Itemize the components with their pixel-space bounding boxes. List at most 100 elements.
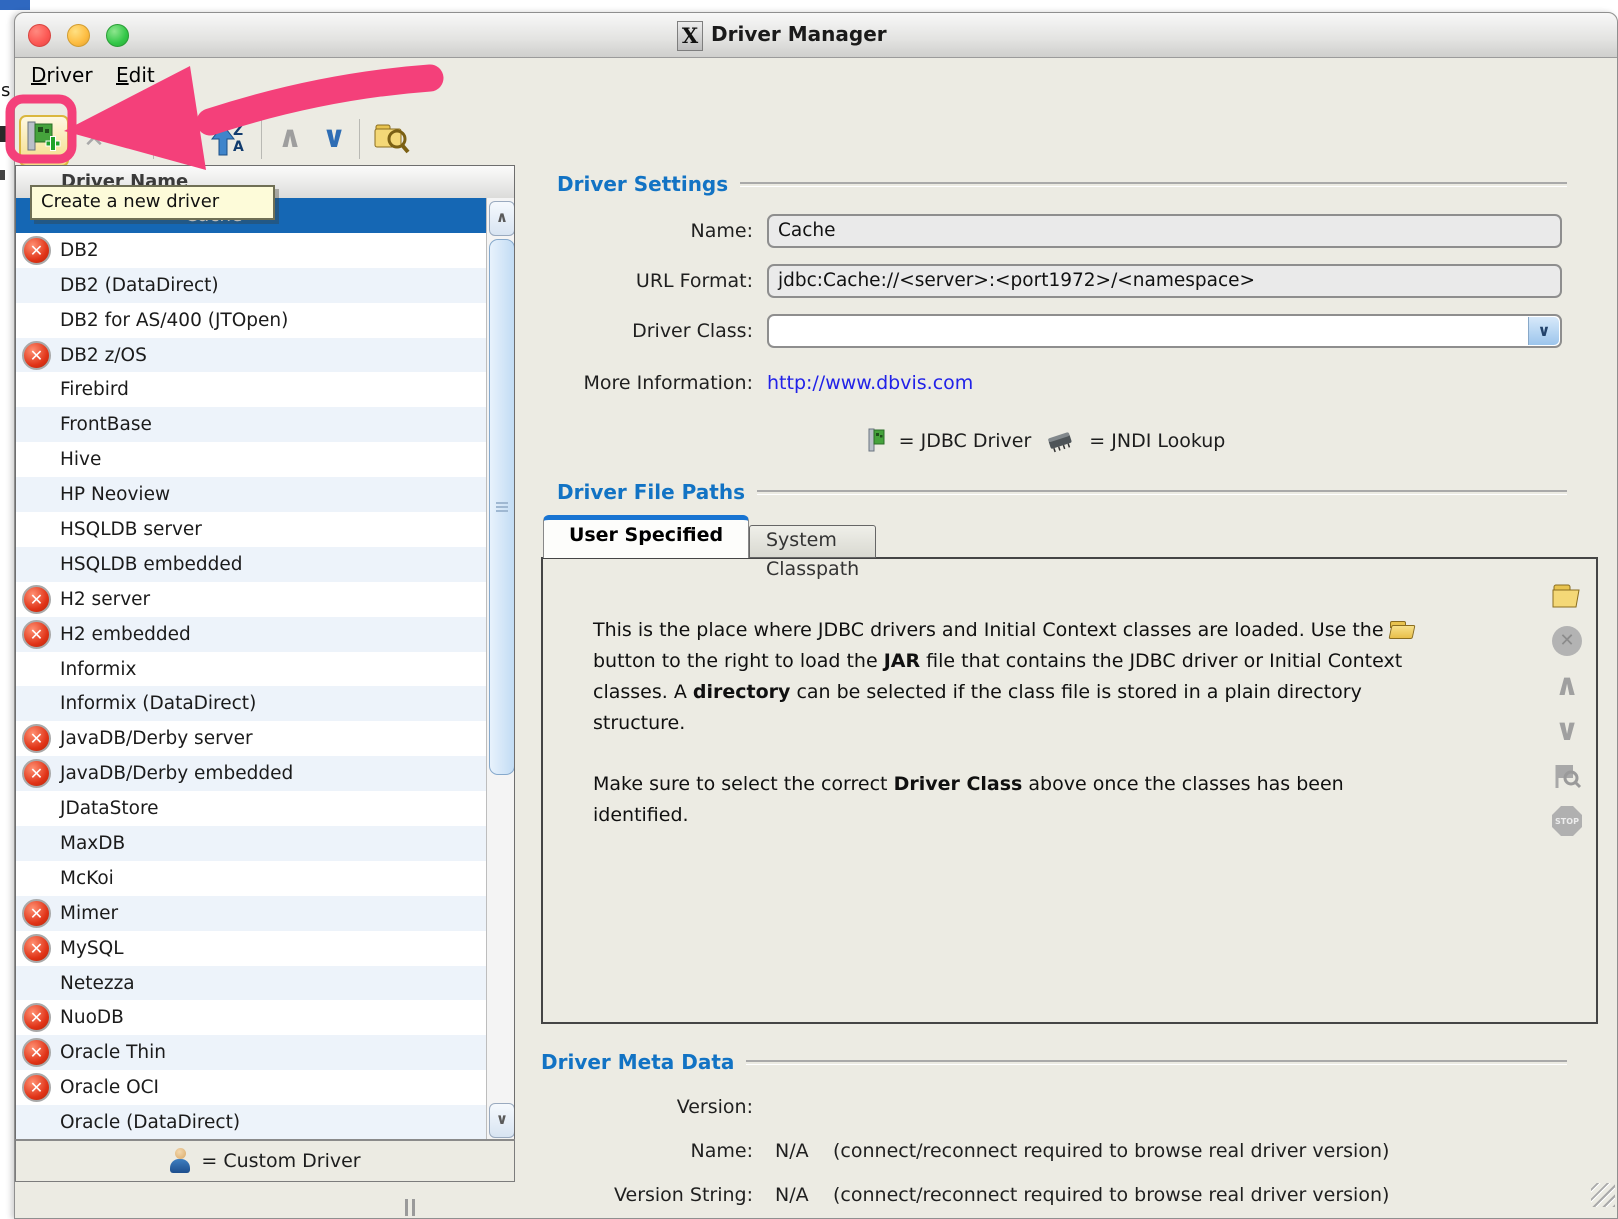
open-folder-inline-icon (1390, 621, 1414, 639)
driver-class-dropdown-button[interactable]: ∨ (1528, 317, 1559, 345)
scrollbar-down-button[interactable]: ∨ (489, 1103, 515, 1138)
driver-row[interactable]: FrontBase (16, 407, 486, 442)
driver-row[interactable]: Informix (DataDirect) (16, 686, 486, 721)
driver-name: DB2 z/OS (60, 345, 147, 366)
minimize-button[interactable] (67, 24, 90, 47)
tab-user-specified[interactable]: User Specified (543, 515, 749, 558)
custom-driver-person-icon (169, 1148, 191, 1174)
driver-row[interactable]: DB2 z/OS (16, 338, 486, 373)
driver-row[interactable]: Oracle OCI (16, 1070, 486, 1105)
find-driver-class-button[interactable] (1550, 759, 1584, 793)
driver-name: MySQL (60, 938, 124, 959)
sort-ascending-icon: Z A (207, 117, 249, 161)
move-file-down-button[interactable]: ∨ (1550, 714, 1584, 748)
find-driver-files-button[interactable] (371, 117, 413, 161)
driver-row[interactable]: McKoi (16, 861, 486, 896)
meta-name-label: Name: (545, 1140, 753, 1162)
chevron-down-icon: ∨ (1555, 716, 1579, 746)
move-up-button[interactable]: ∧ (269, 117, 311, 161)
sort-descending-icon: Z (161, 117, 203, 161)
tab-system-classpath[interactable]: System Classpath (749, 525, 876, 558)
driver-name: Informix (DataDirect) (60, 693, 256, 714)
driver-name: JDataStore (60, 798, 159, 819)
driver-row[interactable]: HSQLDB server (16, 512, 486, 547)
scrollbar-thumb[interactable] (489, 239, 515, 775)
file-paths-instructions: This is the place where JDBC drivers and… (593, 615, 1423, 861)
open-folder-icon (1551, 583, 1583, 609)
folder-search-icon (371, 117, 413, 161)
meta-version-label: Version: (545, 1096, 753, 1118)
driver-row[interactable]: JDataStore (16, 791, 486, 826)
driver-settings-section-header: Driver Settings (557, 171, 1618, 197)
driver-row[interactable]: NuoDB (16, 1000, 486, 1035)
move-file-up-button[interactable]: ∧ (1550, 669, 1584, 703)
remove-file-button[interactable]: ✕ (1550, 624, 1584, 658)
url-format-field[interactable]: jdbc:Cache://<server>:<port1972>/<namesp… (767, 264, 1562, 298)
driver-error-icon (22, 934, 51, 963)
driver-row[interactable]: Mimer (16, 896, 486, 931)
name-row: Name: Cache (545, 213, 1562, 248)
driver-row[interactable]: JavaDB/Derby embedded (16, 756, 486, 791)
driver-row[interactable]: Oracle (DataDirect) (16, 1105, 486, 1140)
driver-meta-data-section-header: Driver Meta Data (541, 1049, 1618, 1075)
section-rule (746, 1060, 1567, 1065)
move-down-button[interactable]: ∨ (313, 117, 355, 161)
toolbar-separator (261, 119, 262, 159)
driver-row[interactable]: MySQL (16, 931, 486, 966)
x11-app-icon: X (677, 21, 703, 51)
scrollbar-up-button[interactable]: ∧ (489, 201, 515, 236)
driver-row[interactable]: Oracle Thin (16, 1035, 486, 1070)
driver-meta-data-heading: Driver Meta Data (541, 1050, 734, 1074)
driver-file-paths-heading: Driver File Paths (557, 480, 745, 504)
driver-error-icon (22, 1003, 51, 1032)
create-driver-button[interactable] (19, 115, 69, 167)
list-scrollbar[interactable]: ∧ ∨ (486, 198, 515, 1140)
sort-ascending-button[interactable]: Z A (207, 117, 249, 161)
driver-file-paths-section-header: Driver File Paths (557, 479, 1618, 505)
driver-row[interactable]: HP Neoview (16, 477, 486, 512)
driver-row[interactable]: H2 embedded (16, 617, 486, 652)
remove-driver-button[interactable]: ✕ (73, 117, 115, 161)
dbvis-link[interactable]: http://www.dbvis.com (767, 372, 973, 394)
driver-row[interactable]: DB2 for AS/400 (JTOpen) (16, 303, 486, 338)
driver-row[interactable]: H2 server (16, 582, 486, 617)
driver-row[interactable]: Netezza (16, 966, 486, 1001)
more-information-row: More Information: http://www.dbvis.com (545, 365, 973, 400)
driver-error-icon (22, 899, 51, 928)
sort-descending-button[interactable]: Z (161, 117, 203, 161)
driver-row[interactable]: HSQLDB embedded (16, 547, 486, 582)
menu-driver[interactable]: Driver (31, 63, 93, 87)
jdbc-driver-legend-text: = JDBC Driver (899, 430, 1032, 452)
menu-edit-rest: dit (129, 63, 155, 87)
name-field[interactable]: Cache (767, 214, 1562, 248)
driver-class-label: Driver Class: (545, 320, 753, 342)
driver-row-db2[interactable]: DB2 (16, 233, 486, 268)
file-path-buttons: ✕ ∧ ∨ STOP (1549, 579, 1585, 838)
driver-row[interactable]: DB2 (DataDirect) (16, 268, 486, 303)
menu-edit[interactable]: Edit (116, 63, 155, 87)
driver-name: Oracle (DataDirect) (60, 1112, 240, 1133)
driver-class-combo[interactable]: ∨ (767, 314, 1562, 348)
driver-name: DB2 for AS/400 (JTOpen) (60, 310, 288, 331)
driver-row[interactable]: Informix (16, 652, 486, 687)
driver-name: JavaDB/Derby server (60, 728, 253, 749)
jndi-lookup-legend-text: = JNDI Lookup (1089, 430, 1225, 452)
background-window-edge (0, 0, 30, 10)
driver-row[interactable]: Hive (16, 442, 486, 477)
splitter-grip[interactable] (405, 1199, 416, 1216)
zoom-button[interactable] (106, 24, 129, 47)
driver-name: MaxDB (60, 833, 125, 854)
driver-row[interactable]: JavaDB/Derby server (16, 721, 486, 756)
driver-error-icon (22, 620, 51, 649)
window-resize-grip[interactable] (1591, 1183, 1615, 1207)
driver-name: Oracle OCI (60, 1077, 159, 1098)
open-file-button[interactable] (1550, 579, 1584, 613)
close-button[interactable] (28, 24, 51, 47)
meta-name-value: N/A (775, 1140, 833, 1162)
driver-row[interactable]: MaxDB (16, 826, 486, 861)
driver-row[interactable]: Firebird (16, 372, 486, 407)
menu-driver-mnemonic: D (31, 63, 46, 87)
stop-loading-button[interactable]: STOP (1550, 804, 1584, 838)
circle-x-icon: ✕ (1552, 626, 1582, 656)
driver-name: HSQLDB embedded (60, 554, 242, 575)
